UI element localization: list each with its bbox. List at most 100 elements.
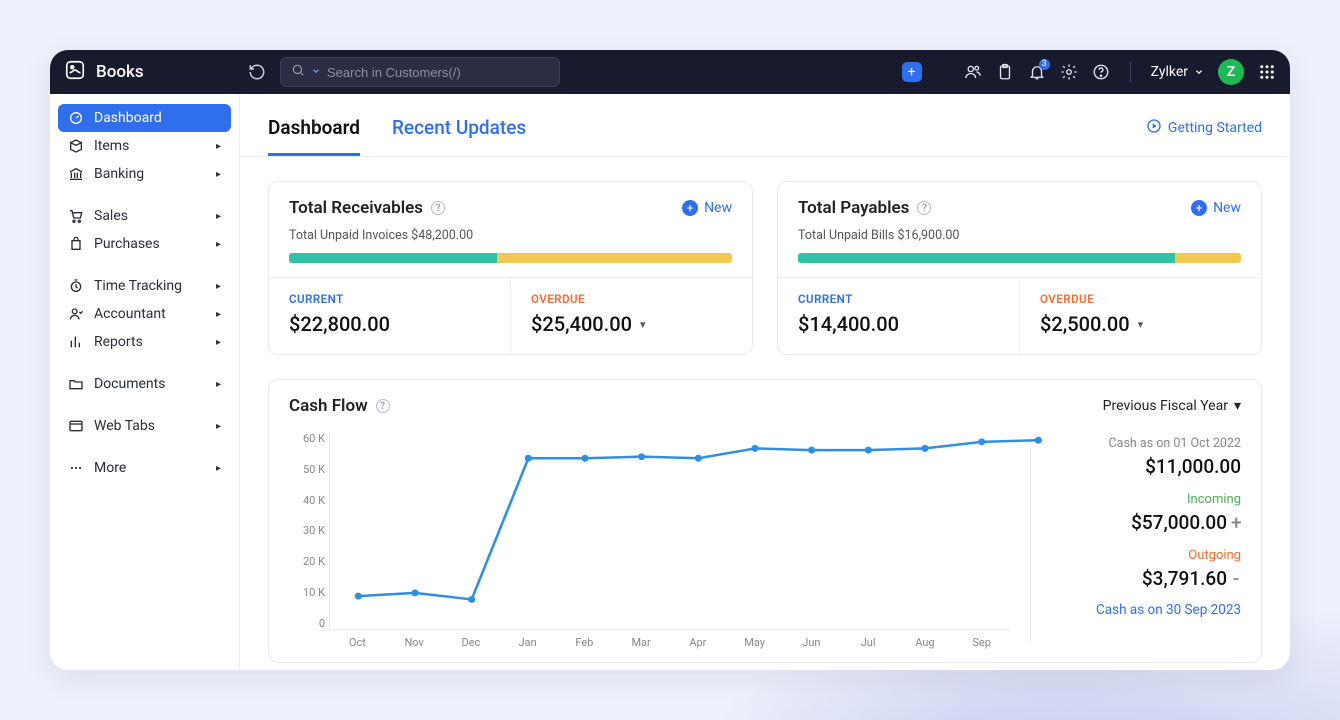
x-axis-ticks: OctNovDecJanFebMarAprMayJunJulAugSep <box>329 632 1010 652</box>
sidebar-item-sales[interactable]: Sales▸ <box>58 202 231 230</box>
payables-title: Total Payables <box>798 198 909 218</box>
outgoing-label: Outgoing <box>1051 548 1241 563</box>
x-tick: Jun <box>783 636 840 652</box>
new-label: New <box>704 200 732 216</box>
chevron-down-icon: ▾ <box>1234 398 1241 414</box>
sidebar-item-label: Dashboard <box>94 110 162 126</box>
chevron-down-icon[interactable]: ▾ <box>1138 318 1144 331</box>
chevron-right-icon: ▸ <box>216 379 221 390</box>
chevron-right-icon: ▸ <box>216 309 221 320</box>
dashboard-icon <box>68 110 84 126</box>
sidebar-item-time-tracking[interactable]: Time Tracking▸ <box>58 272 231 300</box>
overdue-label: OVERDUE <box>1040 292 1241 306</box>
search-box[interactable] <box>280 57 560 87</box>
incoming-label: Incoming <box>1051 492 1241 507</box>
sidebar-item-more[interactable]: More▸ <box>58 454 231 482</box>
time-tracking-icon <box>68 278 84 294</box>
opening-amount: $11,000.00 <box>1051 455 1241 478</box>
chevron-right-icon: ▸ <box>216 169 221 180</box>
top-icons: + 3 Zylker Z <box>902 59 1276 85</box>
getting-started-label: Getting Started <box>1168 120 1262 136</box>
sales-icon <box>68 208 84 224</box>
chevron-right-icon: ▸ <box>216 211 221 222</box>
sidebar: DashboardItems▸Banking▸Sales▸Purchases▸T… <box>50 94 240 670</box>
y-tick: 0 <box>289 617 325 630</box>
payables-current-amount: $14,400.00 <box>798 312 999 336</box>
chevron-down-icon[interactable]: ▾ <box>640 318 646 331</box>
app-window: Books + <box>50 50 1290 670</box>
minus-sign: - <box>1231 567 1241 590</box>
sidebar-item-items[interactable]: Items▸ <box>58 132 231 160</box>
notification-count-badge: 3 <box>1039 59 1050 70</box>
tab-recent-updates[interactable]: Recent Updates <box>392 110 526 156</box>
gear-icon[interactable] <box>1060 63 1078 81</box>
avatar[interactable]: Z <box>1218 59 1244 85</box>
x-tick: May <box>726 636 783 652</box>
sidebar-item-web-tabs[interactable]: Web Tabs▸ <box>58 412 231 440</box>
x-tick: Jan <box>499 636 556 652</box>
plot-area <box>329 432 1010 630</box>
sidebar-item-label: Accountant <box>94 306 166 322</box>
plus-circle-icon: + <box>1191 200 1207 216</box>
receivables-card: Total Receivables ? + New Total Unpaid I… <box>268 181 753 355</box>
period-selector[interactable]: Previous Fiscal Year ▾ <box>1103 398 1241 414</box>
receivables-current-segment <box>289 253 497 263</box>
receivables-title: Total Receivables <box>289 198 423 218</box>
sidebar-item-dashboard[interactable]: Dashboard <box>58 104 231 132</box>
search-input[interactable] <box>327 65 549 80</box>
closing-balance-link[interactable]: Cash as on 30 Sep 2023 <box>1051 602 1241 618</box>
sidebar-item-reports[interactable]: Reports▸ <box>58 328 231 356</box>
y-tick: 30 K <box>289 524 325 537</box>
sidebar-item-label: Items <box>94 138 129 154</box>
sidebar-item-label: Documents <box>94 376 165 392</box>
sidebar-item-accountant[interactable]: Accountant ▸ <box>58 300 231 328</box>
y-tick: 50 K <box>289 463 325 476</box>
items-icon <box>68 138 84 154</box>
cashflow-title: Cash Flow <box>289 396 368 416</box>
chevron-right-icon: ▸ <box>216 239 221 250</box>
sidebar-item-documents[interactable]: Documents ▸ <box>58 370 231 398</box>
chevron-right-icon: ▸ <box>216 281 221 292</box>
apps-grid-icon[interactable] <box>1258 63 1276 81</box>
help-icon[interactable]: ? <box>376 399 390 413</box>
current-label: CURRENT <box>798 292 999 306</box>
banking-icon <box>68 166 84 182</box>
tab-dashboard[interactable]: Dashboard <box>268 110 360 156</box>
y-tick: 10 K <box>289 586 325 599</box>
help-icon[interactable]: ? <box>917 201 931 215</box>
sidebar-item-label: Reports <box>94 334 143 350</box>
x-tick: Mar <box>613 636 670 652</box>
x-tick: Feb <box>556 636 613 652</box>
help-icon[interactable] <box>1092 63 1110 81</box>
sidebar-item-banking[interactable]: Banking▸ <box>58 160 231 188</box>
chevron-down-icon[interactable] <box>311 65 321 80</box>
users-icon[interactable] <box>964 63 982 81</box>
receivables-new-button[interactable]: + New <box>682 200 732 216</box>
help-icon[interactable]: ? <box>431 201 445 215</box>
org-name: Zylker <box>1151 64 1188 80</box>
purchases-icon <box>68 236 84 252</box>
payables-new-button[interactable]: + New <box>1191 200 1241 216</box>
y-axis-ticks: 60 K50 K40 K30 K20 K10 K0 <box>289 432 325 630</box>
brand: Books <box>64 59 234 86</box>
plus-circle-icon: + <box>682 200 698 216</box>
refresh-icon[interactable] <box>248 63 266 81</box>
receivables-overdue-amount: $25,400.00 <box>531 312 632 336</box>
bell-icon[interactable]: 3 <box>1028 63 1046 81</box>
clipboard-icon[interactable] <box>996 63 1014 81</box>
x-tick: Sep <box>953 636 1010 652</box>
quick-create-button[interactable]: + <box>902 62 922 82</box>
payables-subtext: Total Unpaid Bills $16,900.00 <box>778 228 1261 253</box>
getting-started-link[interactable]: Getting Started <box>1146 118 1262 148</box>
brand-logo-icon <box>64 59 86 86</box>
x-tick: Jul <box>840 636 897 652</box>
receivables-progress <box>289 253 732 263</box>
sidebar-item-label: More <box>94 460 126 476</box>
x-tick: Dec <box>443 636 500 652</box>
sidebar-item-purchases[interactable]: Purchases▸ <box>58 230 231 258</box>
payables-overdue-amount: $2,500.00 <box>1040 312 1130 336</box>
period-label: Previous Fiscal Year <box>1103 398 1228 414</box>
org-switcher[interactable]: Zylker <box>1151 64 1204 80</box>
incoming-amount: $57,000.00 <box>1131 511 1227 534</box>
overdue-label: OVERDUE <box>531 292 732 306</box>
